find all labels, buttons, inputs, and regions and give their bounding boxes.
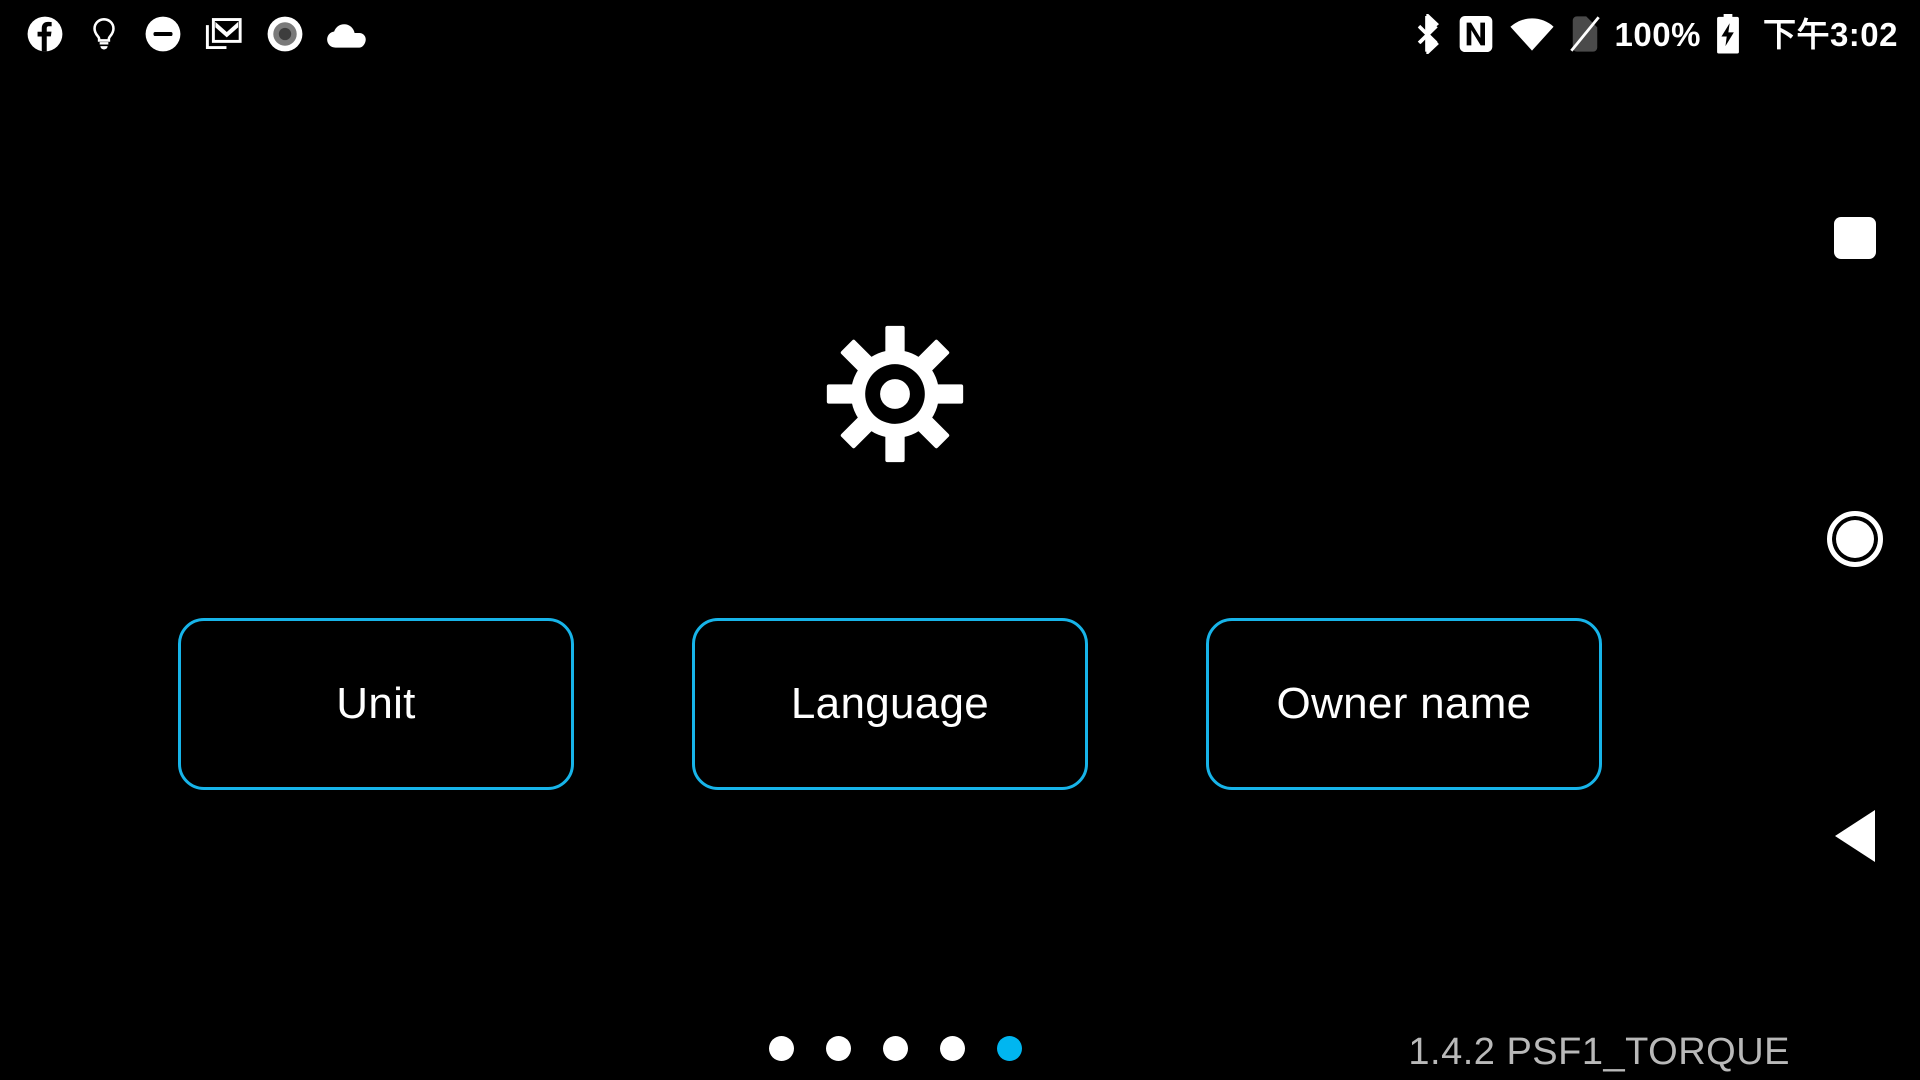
- gmail-icon: [204, 15, 244, 53]
- back-button[interactable]: [1810, 791, 1900, 881]
- page-dot-2[interactable]: [825, 1036, 851, 1061]
- recent-apps-button[interactable]: [1810, 193, 1900, 283]
- screen-record-icon: [266, 15, 304, 53]
- status-bar[interactable]: 100% 下午3:02: [0, 0, 1920, 68]
- lightbulb-icon: [86, 15, 122, 53]
- sim-card-off-icon: [1569, 13, 1601, 55]
- home-button[interactable]: [1810, 494, 1900, 584]
- battery-percentage: 100%: [1614, 15, 1701, 53]
- language-button[interactable]: Language: [692, 618, 1088, 790]
- settings-screen: Unit Language Owner name 1.4.2 PSF1_TORQ…: [0, 68, 1920, 1080]
- page-dot-3[interactable]: [882, 1036, 908, 1061]
- square-icon: [1834, 217, 1876, 259]
- navigation-bar: [1790, 0, 1920, 1080]
- triangle-left-icon: [1835, 810, 1875, 862]
- page-dot-4[interactable]: [939, 1036, 965, 1061]
- do-not-disturb-icon: [144, 15, 182, 53]
- battery-charging-icon: [1715, 14, 1741, 54]
- circle-icon: [1827, 511, 1883, 567]
- page-dot-1[interactable]: [768, 1036, 794, 1061]
- bluetooth-icon: [1413, 14, 1443, 54]
- unit-button[interactable]: Unit: [178, 618, 574, 790]
- settings-gear-icon: [824, 323, 966, 470]
- facebook-icon: [26, 15, 64, 53]
- cloud-icon: [326, 18, 368, 50]
- nfc-icon: [1457, 14, 1495, 54]
- header-icon-wrap: [0, 323, 1790, 470]
- wifi-icon: [1509, 16, 1555, 52]
- owner-name-button[interactable]: Owner name: [1206, 618, 1602, 790]
- version-label: 1.4.2 PSF1_TORQUE: [1408, 1031, 1790, 1073]
- page-dot-5[interactable]: [996, 1036, 1022, 1061]
- settings-options-row: Unit Language Owner name: [178, 618, 1602, 790]
- status-bar-notification-icons: [26, 15, 368, 53]
